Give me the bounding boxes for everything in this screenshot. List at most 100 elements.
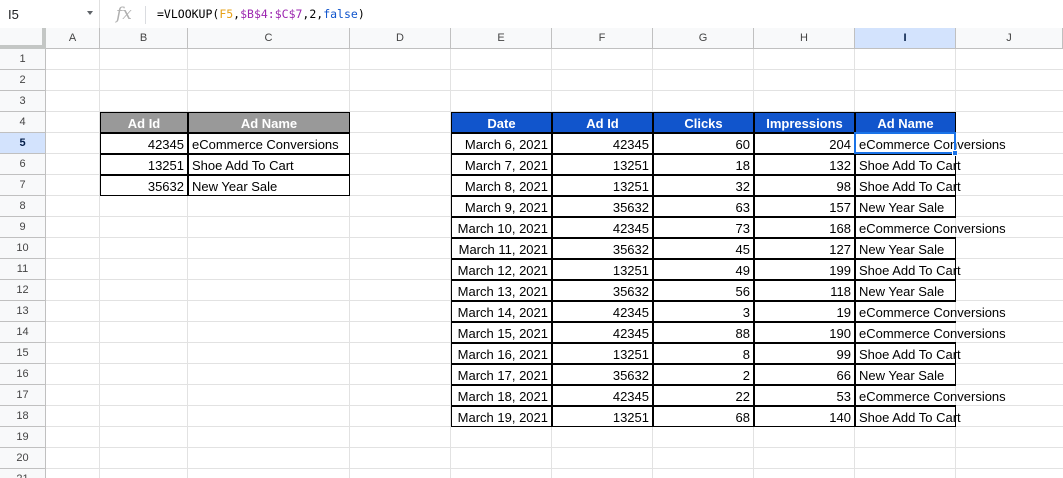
data-clicks-cell[interactable]: 2 — [653, 364, 754, 385]
chevron-down-icon[interactable] — [87, 11, 93, 15]
data-ad-name-cell[interactable]: New Year Sale — [855, 196, 956, 217]
data-header-clicks[interactable]: Clicks — [653, 112, 754, 133]
data-impressions-cell[interactable]: 132 — [754, 154, 855, 175]
data-impressions-cell[interactable]: 53 — [754, 385, 855, 406]
data-date-cell[interactable]: March 10, 2021 — [451, 217, 552, 238]
data-date-cell[interactable]: March 9, 2021 — [451, 196, 552, 217]
data-ad-id-cell[interactable]: 35632 — [552, 238, 653, 259]
data-impressions-cell[interactable]: 66 — [754, 364, 855, 385]
lookup-ad-id-cell[interactable]: 35632 — [100, 175, 188, 196]
row-header-7[interactable]: 7 — [0, 175, 46, 196]
data-impressions-cell[interactable]: 19 — [754, 301, 855, 322]
data-impressions-cell[interactable]: 199 — [754, 259, 855, 280]
row-header-11[interactable]: 11 — [0, 259, 46, 280]
column-header-d[interactable]: D — [350, 28, 451, 49]
row-header-2[interactable]: 2 — [0, 70, 46, 91]
column-header-e[interactable]: E — [451, 28, 552, 49]
lookup-header-ad-name[interactable]: Ad Name — [188, 112, 350, 133]
data-date-cell[interactable]: March 18, 2021 — [451, 385, 552, 406]
row-header-4[interactable]: 4 — [0, 112, 46, 133]
data-clicks-cell[interactable]: 3 — [653, 301, 754, 322]
row-header-9[interactable]: 9 — [0, 217, 46, 238]
data-clicks-cell[interactable]: 22 — [653, 385, 754, 406]
data-date-cell[interactable]: March 7, 2021 — [451, 154, 552, 175]
row-header-21[interactable]: 21 — [0, 469, 46, 478]
data-clicks-cell[interactable]: 8 — [653, 343, 754, 364]
spreadsheet-grid[interactable]: A B C D E F G H I J 1 2 3 4 5 6 7 8 9 10 11 12 13 14 15 16 17 18 19 2… — [0, 28, 1063, 478]
data-date-cell[interactable]: March 17, 2021 — [451, 364, 552, 385]
data-date-cell[interactable]: March 6, 2021 — [451, 133, 552, 154]
data-ad-id-cell[interactable]: 35632 — [552, 280, 653, 301]
lookup-ad-id-cell[interactable]: 13251 — [100, 154, 188, 175]
data-clicks-cell[interactable]: 60 — [653, 133, 754, 154]
data-clicks-cell[interactable]: 18 — [653, 154, 754, 175]
data-ad-name-cell[interactable]: eCommerce Conversions — [855, 385, 1006, 406]
data-ad-name-cell[interactable]: eCommerce Conversions — [855, 322, 1006, 343]
data-clicks-cell[interactable]: 68 — [653, 406, 754, 427]
data-ad-id-cell[interactable]: 42345 — [552, 385, 653, 406]
data-ad-name-cell[interactable]: Shoe Add To Cart — [855, 259, 961, 280]
data-impressions-cell[interactable]: 118 — [754, 280, 855, 301]
data-ad-name-cell[interactable]: Shoe Add To Cart — [855, 154, 961, 175]
data-ad-name-cell[interactable]: Shoe Add To Cart — [855, 406, 961, 427]
data-date-cell[interactable]: March 16, 2021 — [451, 343, 552, 364]
lookup-ad-name-cell[interactable]: New Year Sale — [188, 175, 350, 196]
row-header-14[interactable]: 14 — [0, 322, 46, 343]
data-clicks-cell[interactable]: 88 — [653, 322, 754, 343]
data-header-impressions[interactable]: Impressions — [754, 112, 855, 133]
row-header-3[interactable]: 3 — [0, 91, 46, 112]
data-header-ad-id[interactable]: Ad Id — [552, 112, 653, 133]
data-clicks-cell[interactable]: 45 — [653, 238, 754, 259]
data-date-cell[interactable]: March 15, 2021 — [451, 322, 552, 343]
column-header-a[interactable]: A — [46, 28, 100, 49]
row-header-20[interactable]: 20 — [0, 448, 46, 469]
data-date-cell[interactable]: March 13, 2021 — [451, 280, 552, 301]
data-clicks-cell[interactable]: 73 — [653, 217, 754, 238]
column-header-c[interactable]: C — [188, 28, 350, 49]
data-header-ad-name[interactable]: Ad Name — [855, 112, 956, 133]
formula-input[interactable]: =VLOOKUP(F5,$B$4:$C$7,2,false) — [157, 7, 365, 21]
lookup-ad-name-cell[interactable]: Shoe Add To Cart — [188, 154, 350, 175]
data-ad-name-cell[interactable]: eCommerce Conversions — [855, 217, 1006, 238]
data-ad-name-cell[interactable]: Shoe Add To Cart — [855, 175, 961, 196]
column-header-h[interactable]: H — [754, 28, 855, 49]
name-box[interactable]: I5 — [0, 0, 100, 29]
data-clicks-cell[interactable]: 56 — [653, 280, 754, 301]
column-header-f[interactable]: F — [552, 28, 653, 49]
select-all-corner[interactable] — [0, 28, 46, 49]
data-impressions-cell[interactable]: 204 — [754, 133, 855, 154]
data-ad-id-cell[interactable]: 13251 — [552, 343, 653, 364]
column-header-j[interactable]: J — [956, 28, 1063, 49]
data-clicks-cell[interactable]: 63 — [653, 196, 754, 217]
row-header-15[interactable]: 15 — [0, 343, 46, 364]
row-header-17[interactable]: 17 — [0, 385, 46, 406]
data-impressions-cell[interactable]: 127 — [754, 238, 855, 259]
data-ad-name-cell[interactable]: New Year Sale — [855, 280, 956, 301]
row-header-16[interactable]: 16 — [0, 364, 46, 385]
data-ad-name-cell[interactable]: Shoe Add To Cart — [855, 343, 961, 364]
data-impressions-cell[interactable]: 190 — [754, 322, 855, 343]
row-header-12[interactable]: 12 — [0, 280, 46, 301]
data-impressions-cell[interactable]: 140 — [754, 406, 855, 427]
data-date-cell[interactable]: March 14, 2021 — [451, 301, 552, 322]
row-header-10[interactable]: 10 — [0, 238, 46, 259]
data-date-cell[interactable]: March 8, 2021 — [451, 175, 552, 196]
data-ad-id-cell[interactable]: 13251 — [552, 175, 653, 196]
data-ad-id-cell[interactable]: 13251 — [552, 259, 653, 280]
data-header-date[interactable]: Date — [451, 112, 552, 133]
data-ad-name-cell[interactable]: New Year Sale — [855, 238, 956, 259]
row-header-6[interactable]: 6 — [0, 154, 46, 175]
row-header-5[interactable]: 5 — [0, 133, 46, 154]
data-ad-id-cell[interactable]: 42345 — [552, 133, 653, 154]
data-clicks-cell[interactable]: 32 — [653, 175, 754, 196]
data-date-cell[interactable]: March 12, 2021 — [451, 259, 552, 280]
lookup-ad-name-cell[interactable]: eCommerce Conversions — [188, 133, 350, 154]
row-header-18[interactable]: 18 — [0, 406, 46, 427]
row-header-8[interactable]: 8 — [0, 196, 46, 217]
data-ad-id-cell[interactable]: 13251 — [552, 406, 653, 427]
row-header-19[interactable]: 19 — [0, 427, 46, 448]
column-header-i[interactable]: I — [855, 28, 956, 49]
row-header-13[interactable]: 13 — [0, 301, 46, 322]
fill-handle[interactable] — [952, 150, 958, 156]
data-ad-id-cell[interactable]: 42345 — [552, 301, 653, 322]
